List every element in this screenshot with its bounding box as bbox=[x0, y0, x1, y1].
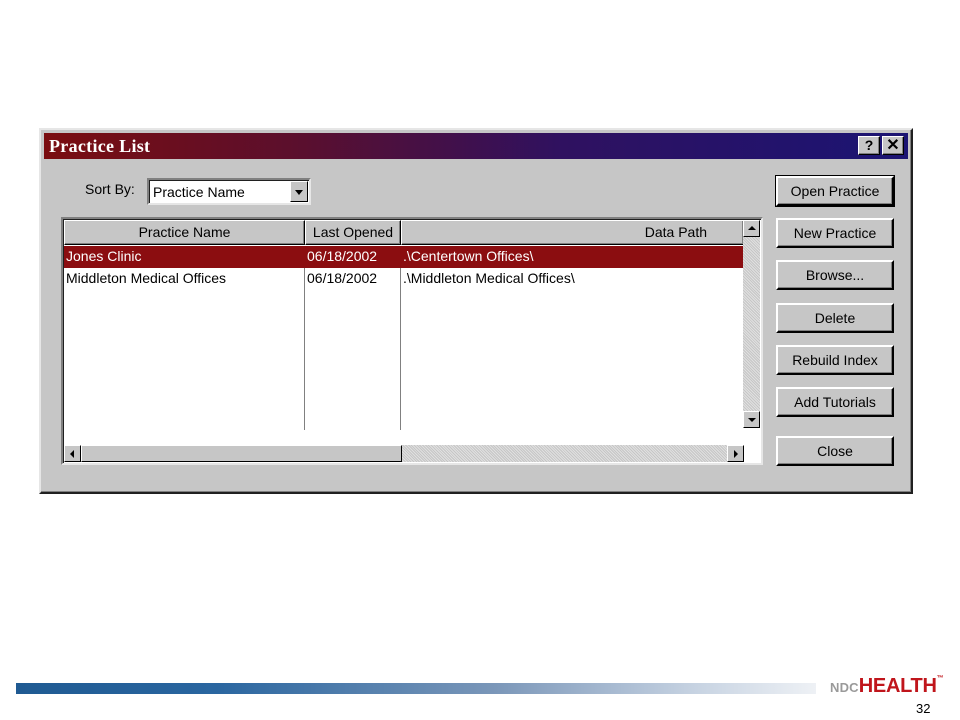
scroll-down-button[interactable] bbox=[743, 411, 760, 428]
scroll-left-button[interactable] bbox=[64, 445, 81, 462]
column-header-data-path[interactable]: Data Path bbox=[401, 220, 744, 245]
page-number: 32 bbox=[916, 701, 931, 716]
table-row[interactable]: Jones Clinic 06/18/2002 .\Centertown Off… bbox=[64, 246, 744, 268]
cell-data-path: .\Middleton Medical Offices\ bbox=[403, 270, 575, 286]
title-bar[interactable]: Practice List ? ✕ bbox=[44, 133, 908, 159]
practice-list-view[interactable]: Practice Name Last Opened Data Path Jone… bbox=[61, 217, 763, 465]
sort-by-value: Practice Name bbox=[153, 184, 245, 200]
footer-gradient-bar bbox=[16, 683, 816, 694]
column-header-practice-name[interactable]: Practice Name bbox=[64, 220, 305, 245]
column-header-last-opened[interactable]: Last Opened bbox=[305, 220, 401, 245]
sort-by-label: Sort By: bbox=[85, 181, 135, 197]
scroll-up-button[interactable] bbox=[743, 220, 760, 237]
scroll-right-button[interactable] bbox=[727, 445, 744, 462]
window-title: Practice List bbox=[49, 136, 151, 156]
arrow-right-icon bbox=[734, 450, 738, 458]
ndc-health-logo: NDCHEALTH™ bbox=[830, 675, 944, 697]
table-row[interactable]: Middleton Medical Offices 06/18/2002 .\M… bbox=[64, 268, 744, 290]
arrow-left-icon bbox=[70, 450, 74, 458]
practice-list-dialog: Practice List ? ✕ Sort By: Practice Name… bbox=[39, 128, 913, 494]
list-header: Practice Name Last Opened Data Path bbox=[64, 220, 744, 245]
new-practice-button[interactable]: New Practice bbox=[776, 218, 894, 248]
cell-practice-name: Middleton Medical Offices bbox=[66, 270, 227, 286]
horizontal-scroll-thumb[interactable] bbox=[81, 445, 402, 462]
arrow-up-icon bbox=[748, 226, 756, 230]
open-practice-button[interactable]: Open Practice bbox=[775, 175, 895, 207]
close-window-button[interactable]: ✕ bbox=[882, 136, 904, 155]
chevron-down-icon bbox=[295, 190, 303, 195]
help-button[interactable]: ? bbox=[858, 136, 880, 155]
cell-last-opened: 06/18/2002 bbox=[307, 270, 378, 286]
cell-data-path: .\Centertown Offices\ bbox=[403, 248, 534, 264]
add-tutorials-button[interactable]: Add Tutorials bbox=[776, 387, 894, 417]
close-button[interactable]: Close bbox=[776, 436, 894, 466]
rebuild-index-button[interactable]: Rebuild Index bbox=[776, 345, 894, 375]
list-rows: Jones Clinic 06/18/2002 .\Centertown Off… bbox=[64, 246, 744, 290]
cell-practice-name: Jones Clinic bbox=[66, 248, 142, 264]
horizontal-scrollbar[interactable] bbox=[64, 445, 744, 462]
sort-by-select[interactable]: Practice Name bbox=[147, 178, 311, 205]
cell-last-opened: 06/18/2002 bbox=[307, 248, 378, 264]
browse-button[interactable]: Browse... bbox=[776, 260, 894, 290]
vertical-scrollbar[interactable] bbox=[743, 220, 760, 428]
dropdown-button[interactable] bbox=[290, 181, 308, 202]
delete-button[interactable]: Delete bbox=[776, 303, 894, 333]
arrow-down-icon bbox=[748, 418, 756, 422]
